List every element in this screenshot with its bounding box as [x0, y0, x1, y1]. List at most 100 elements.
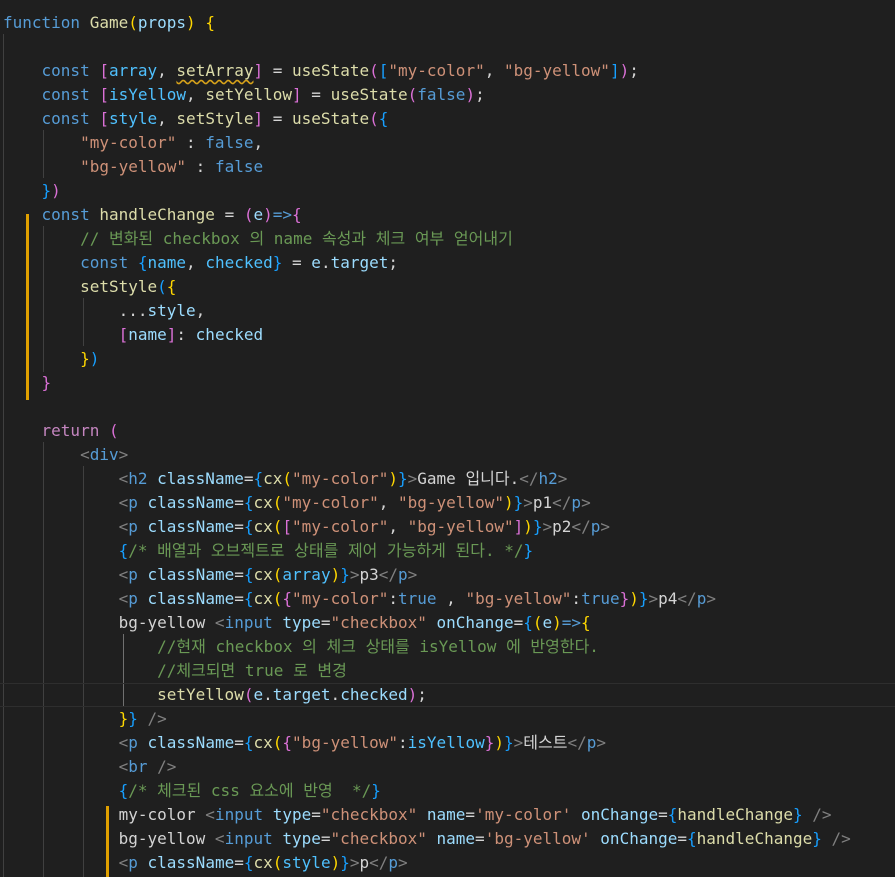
code-token: p: [388, 853, 399, 872]
code-line[interactable]: }: [0, 371, 895, 395]
code-token: (: [369, 61, 379, 80]
code-token: "bg-yellow": [80, 157, 187, 176]
code-line[interactable]: <div>: [0, 443, 895, 467]
code-line[interactable]: <p className={cx({"my-color":true , "bg-…: [0, 587, 895, 611]
code-line[interactable]: <p className={cx({"bg-yellow":isYellow})…: [0, 731, 895, 755]
code-token: my-color: [118, 805, 206, 824]
code-line[interactable]: //현재 checkbox 의 체크 상태를 isYellow 에 반영한다.: [0, 635, 895, 659]
code-token: =: [513, 613, 524, 632]
code-token: onChange: [581, 805, 659, 824]
code-token: target: [272, 685, 331, 704]
code-line[interactable]: // 변화된 checkbox 의 name 속성과 체크 여부 얻어내기: [0, 227, 895, 251]
code-token: (: [369, 109, 379, 128]
code-token: }: [41, 181, 52, 200]
code-token: p: [696, 589, 707, 608]
code-token: :: [186, 157, 215, 176]
code-token: cx: [253, 493, 273, 512]
code-token: <: [118, 733, 129, 752]
code-token: >: [118, 445, 129, 464]
code-line[interactable]: [0, 35, 895, 59]
code-token: true: [581, 589, 620, 608]
code-line[interactable]: bg-yellow <input type="checkbox" name='b…: [0, 827, 895, 851]
code-token: }: [118, 709, 129, 728]
code-line[interactable]: <h2 className={cx("my-color")}>Game 입니다.…: [0, 467, 895, 491]
code-line[interactable]: const {name, checked} = e.target;: [0, 251, 895, 275]
code-token: e: [253, 685, 264, 704]
code-line[interactable]: <p className={cx("my-color", "bg-yellow"…: [0, 491, 895, 515]
code-line[interactable]: }} />: [0, 707, 895, 731]
code-token: >: [407, 565, 418, 584]
code-line[interactable]: "bg-yellow" : false: [0, 155, 895, 179]
code-token: p1: [532, 493, 553, 512]
code-token: }: [80, 349, 90, 368]
code-token: =: [677, 829, 687, 848]
code-line[interactable]: bg-yellow <input type="checkbox" onChang…: [0, 611, 895, 635]
code-token: "checkbox": [320, 805, 418, 824]
code-token: ]: [609, 61, 620, 80]
code-line[interactable]: "my-color" : false,: [0, 131, 895, 155]
code-token: <: [118, 493, 129, 512]
code-token: >: [581, 493, 591, 512]
code-line[interactable]: }): [0, 179, 895, 203]
code-token: const: [80, 253, 129, 272]
code-token: e: [253, 205, 264, 224]
code-token: name: [128, 325, 167, 344]
code-token: cx: [253, 733, 273, 752]
code-editor[interactable]: function Game(props) { const [array, set…: [0, 0, 895, 877]
code-token: (: [272, 493, 283, 512]
code-token: ): [407, 685, 418, 704]
code-token: =: [263, 61, 293, 80]
code-line[interactable]: setYellow(e.target.checked);: [0, 683, 895, 707]
code-token: input: [214, 805, 264, 824]
code-line[interactable]: const [array, setArray] = useState(["my-…: [0, 59, 895, 83]
code-token: checked: [195, 325, 264, 344]
code-token: type: [282, 829, 321, 848]
code-line[interactable]: my-color <input type="checkbox" name='my…: [0, 803, 895, 827]
code-line[interactable]: const handleChange = (e)=>{: [0, 203, 895, 227]
code-line[interactable]: [name]: checked: [0, 323, 895, 347]
code-token: (: [407, 85, 418, 104]
code-line[interactable]: {/* 체크된 css 요소에 반영 */}: [0, 779, 895, 803]
code-token: ,: [253, 133, 264, 152]
code-line[interactable]: }): [0, 347, 895, 371]
code-token: target: [330, 253, 389, 272]
code-line[interactable]: [0, 395, 895, 419]
code-line[interactable]: function Game(props) {: [0, 11, 895, 35]
code-line[interactable]: {/* 배열과 오브젝트로 상태를 제어 가능하게 된다. */}: [0, 539, 895, 563]
code-token: ]: [513, 517, 524, 536]
code-line[interactable]: ...style,: [0, 299, 895, 323]
code-line[interactable]: <p className={cx(array)}>p3</p>: [0, 563, 895, 587]
code-line[interactable]: const [isYellow, setYellow] = useState(f…: [0, 83, 895, 107]
code-token: type: [272, 805, 312, 824]
code-token: (: [272, 733, 283, 752]
code-line[interactable]: <br />: [0, 755, 895, 779]
code-line[interactable]: const [style, setStyle] = useState({: [0, 107, 895, 131]
code-token: handleChange: [99, 205, 215, 224]
code-token: }: [513, 493, 524, 512]
code-line[interactable]: return (: [0, 419, 895, 443]
code-token: p: [398, 565, 408, 584]
code-token: :: [176, 325, 196, 344]
code-line[interactable]: <p className={cx(["my-color", "bg-yellow…: [0, 515, 895, 539]
code-token: ): [552, 613, 562, 632]
code-token: className: [157, 469, 244, 488]
code-token: e: [311, 253, 321, 272]
code-token: >: [557, 469, 568, 488]
code-token: name: [147, 253, 187, 272]
code-token: setYellow: [157, 685, 244, 704]
code-line[interactable]: setStyle({: [0, 275, 895, 299]
code-token: 테스트: [523, 733, 568, 752]
code-token: "bg-yellow": [503, 61, 610, 80]
code-token: handleChange: [696, 829, 813, 848]
code-line[interactable]: //체크되면 true 로 변경: [0, 659, 895, 683]
code-token: :: [398, 733, 408, 752]
code-line[interactable]: <p className={cx(style)}>p</p>: [0, 851, 895, 875]
